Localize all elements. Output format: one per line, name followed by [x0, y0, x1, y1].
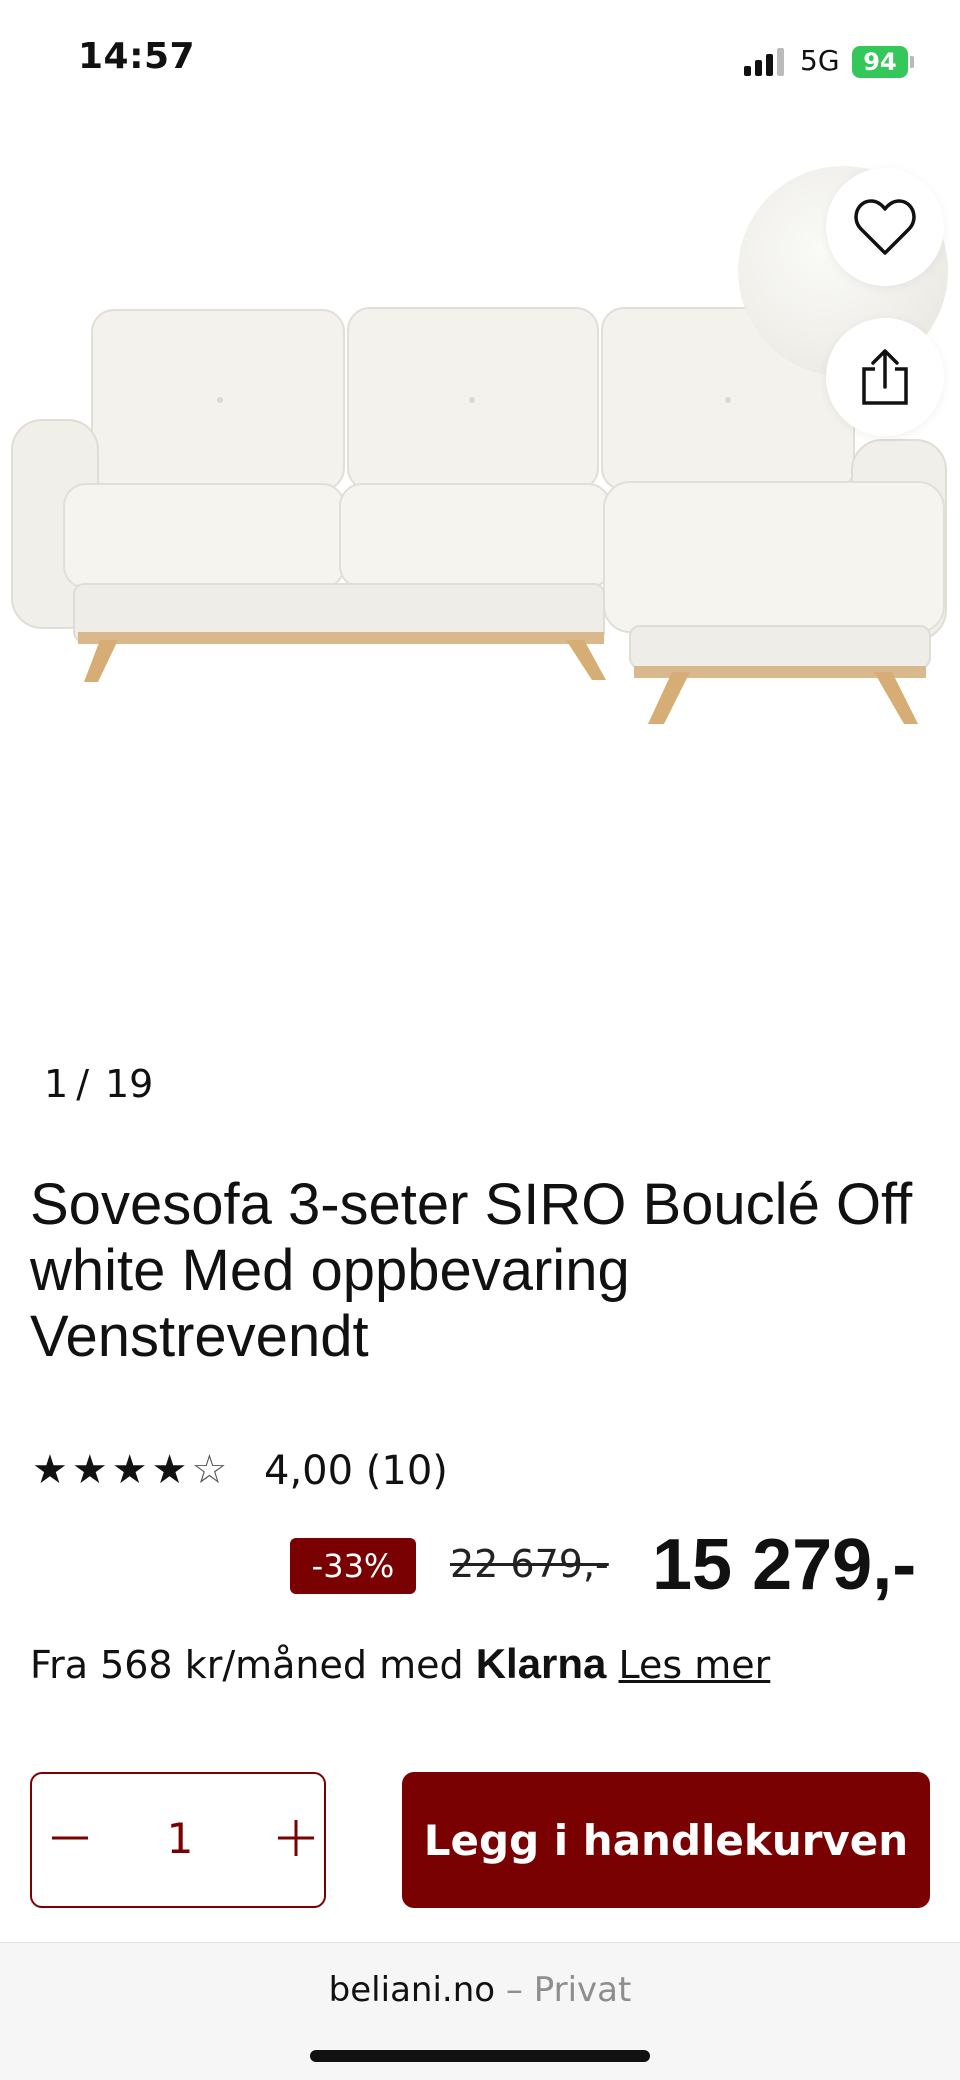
quantity-value[interactable]: 1: [160, 1814, 200, 1863]
heart-icon: [854, 199, 916, 255]
domain-separator: –: [505, 1970, 523, 2010]
private-mode-label: Privat: [533, 1970, 632, 2010]
home-indicator[interactable]: [310, 2050, 650, 2062]
share-icon: [862, 349, 908, 405]
gallery-total: 19: [105, 1062, 154, 1106]
star-icon: ★: [32, 1447, 68, 1493]
gallery-counter: 1/ 19: [44, 1062, 153, 1106]
gallery-separator: /: [76, 1062, 89, 1106]
klarna-logo: Klarna: [475, 1640, 607, 1687]
financing-text: Fra 568 kr/måned med: [30, 1643, 464, 1687]
old-price: 22 679,-: [450, 1542, 609, 1586]
plus-icon[interactable]: [264, 1808, 324, 1868]
status-time: 14:57: [78, 36, 196, 77]
battery-tip: [910, 56, 914, 68]
share-button[interactable]: [826, 318, 944, 436]
rating-stars[interactable]: ★ ★ ★ ★ ☆: [32, 1448, 227, 1492]
battery-icon: 94: [852, 46, 908, 78]
star-icon: ★: [71, 1447, 108, 1493]
rating-text[interactable]: 4,00 (10): [264, 1448, 448, 1494]
gallery-index: 1: [44, 1062, 69, 1106]
current-price: 15 279,-: [652, 1525, 917, 1605]
domain-text: beliani.no: [328, 1970, 496, 2010]
read-more-link[interactable]: Les mer: [619, 1643, 771, 1687]
star-icon: ★: [111, 1447, 148, 1493]
discount-badge: -33%: [290, 1538, 416, 1594]
star-empty-icon: ☆: [191, 1447, 228, 1493]
product-title: Sovesofa 3-seter SIRO Bouclé Off white M…: [30, 1172, 913, 1369]
signal-icon: [744, 48, 786, 76]
address-bar[interactable]: beliani.no – Privat: [0, 1970, 960, 2010]
financing-info: Fra 568 kr/måned med Klarna Les mer: [30, 1640, 770, 1688]
star-icon: ★: [151, 1447, 188, 1493]
minus-icon[interactable]: [48, 1808, 108, 1868]
wishlist-button[interactable]: [826, 168, 944, 286]
network-label: 5G: [800, 44, 840, 77]
add-to-cart-button[interactable]: Legg i handlekurven: [402, 1772, 930, 1908]
